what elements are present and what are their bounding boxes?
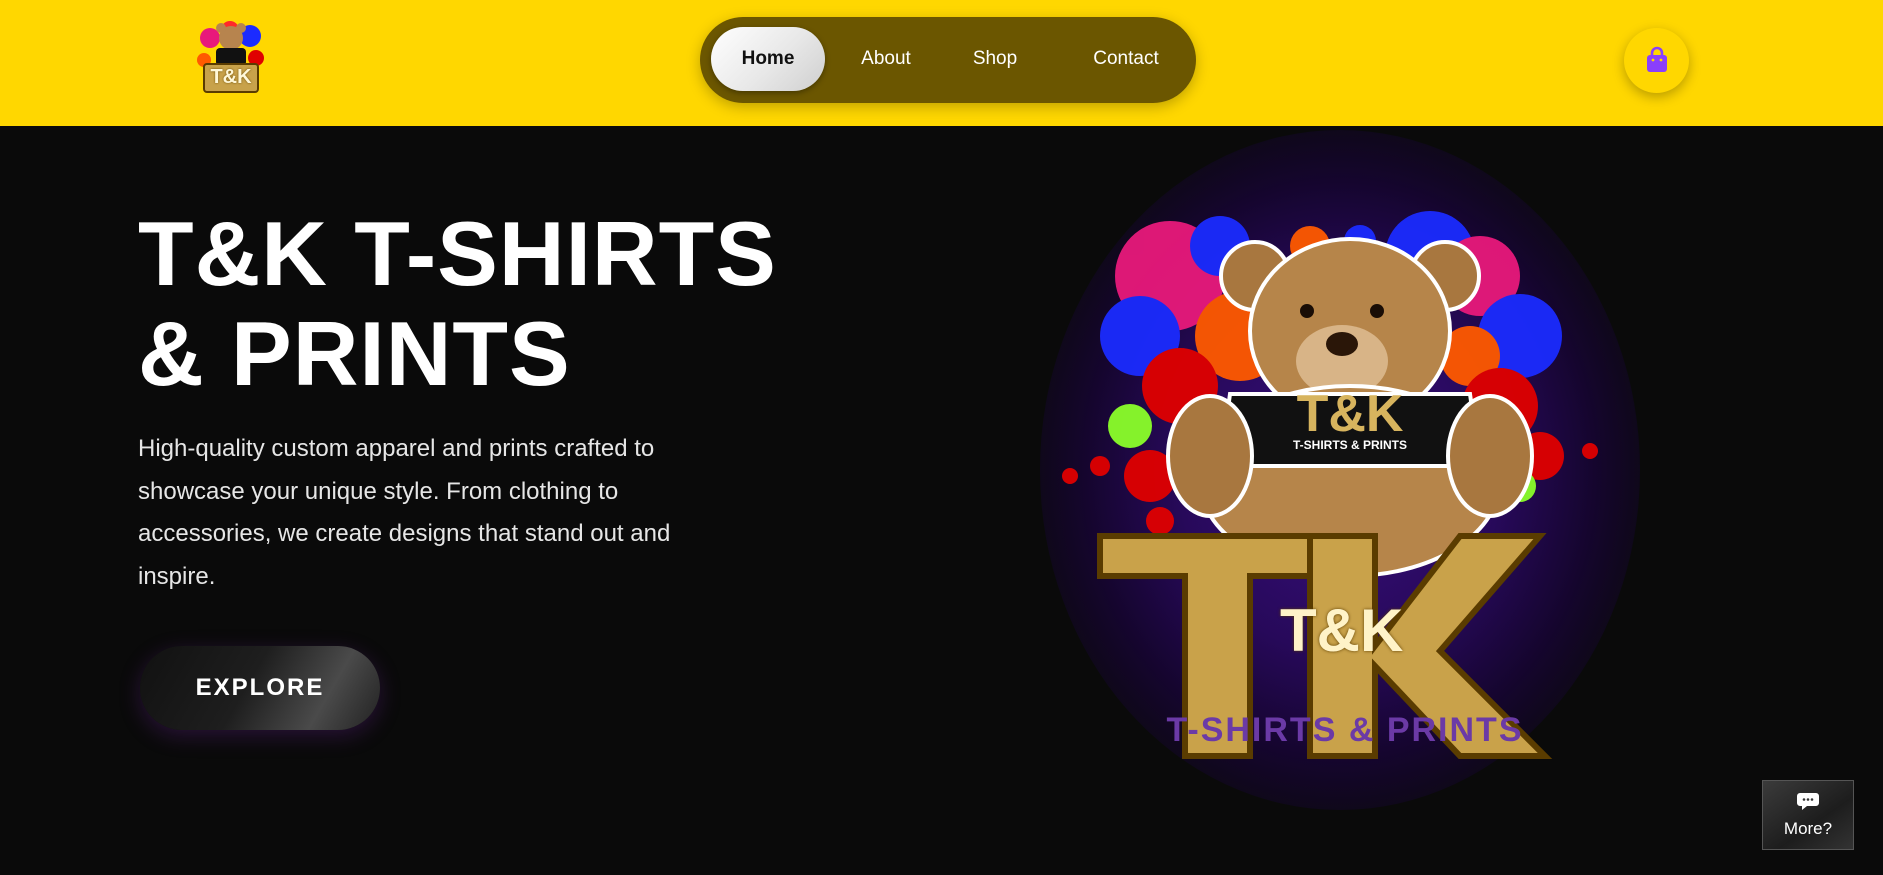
shopping-bag-icon [1647, 46, 1667, 72]
brand-logo[interactable]: T&K [190, 8, 272, 98]
cart-button[interactable] [1624, 28, 1689, 93]
chat-more-label: More? [1783, 819, 1833, 838]
nav-about[interactable]: About [838, 27, 934, 91]
shirt-subtext: T-SHIRTS & PRINTS [1292, 438, 1407, 452]
hero-logo-art: T&K T-SHIRTS & PRINTS T&K T-SHIRTS & PRI… [980, 126, 1680, 866]
shirt-logo-text: T&K [1296, 385, 1404, 443]
site-header: T&K Home About Shop Contact [0, 0, 1883, 126]
art-logo-letters: T&K [1280, 597, 1404, 664]
logo-text: T&K [210, 66, 252, 88]
teddy-bear-logo-illustration [1062, 211, 1598, 759]
hero-title-line-2: & PRINTS [138, 304, 571, 405]
hero-description: High-quality custom apparel and prints c… [138, 435, 671, 590]
nav-contact[interactable]: Contact [1070, 27, 1182, 91]
nav-shop[interactable]: Shop [952, 27, 1038, 91]
hero-title: T&K T-SHIRTS & PRINTS [138, 205, 898, 405]
art-tagline: T-SHIRTS & PRINTS [1166, 711, 1524, 749]
nav-home[interactable]: Home [711, 27, 825, 91]
chat-bubble-icon [1797, 793, 1819, 810]
main-nav: Home About Shop Contact [700, 17, 1196, 103]
explore-button[interactable]: EXPLORE [140, 646, 380, 730]
chat-more-button[interactable]: More? [1762, 780, 1854, 850]
hero-title-line-1: T&K T-SHIRTS [138, 204, 777, 305]
